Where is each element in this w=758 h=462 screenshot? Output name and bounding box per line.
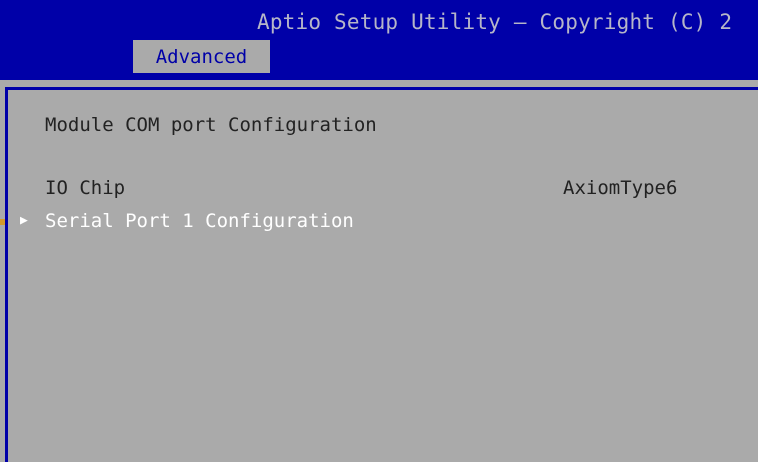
tab-advanced[interactable]: Advanced	[133, 40, 270, 73]
main-panel: Module COM port Configuration IO Chip Ax…	[0, 80, 758, 462]
serial-port-1-config-label: Serial Port 1 Configuration	[45, 210, 354, 232]
frame-border-top	[5, 87, 758, 90]
frame-border-left	[5, 87, 8, 462]
bios-screen: Aptio Setup Utility – Copyright (C) 2 Ad…	[0, 0, 758, 462]
serial-port-1-config-item[interactable]: ▶ Serial Port 1 Configuration	[0, 208, 460, 238]
triangle-right-icon: ▶	[20, 213, 28, 228]
page-heading: Module COM port Configuration	[45, 114, 377, 136]
io-chip-label: IO Chip	[45, 177, 126, 199]
app-title: Aptio Setup Utility – Copyright (C) 2	[257, 10, 733, 34]
header-bar: Aptio Setup Utility – Copyright (C) 2 Ad…	[0, 0, 758, 80]
tab-advanced-label: Advanced	[155, 45, 248, 68]
selection-marker	[0, 219, 5, 225]
io-chip-value: AxiomType6	[563, 177, 678, 199]
